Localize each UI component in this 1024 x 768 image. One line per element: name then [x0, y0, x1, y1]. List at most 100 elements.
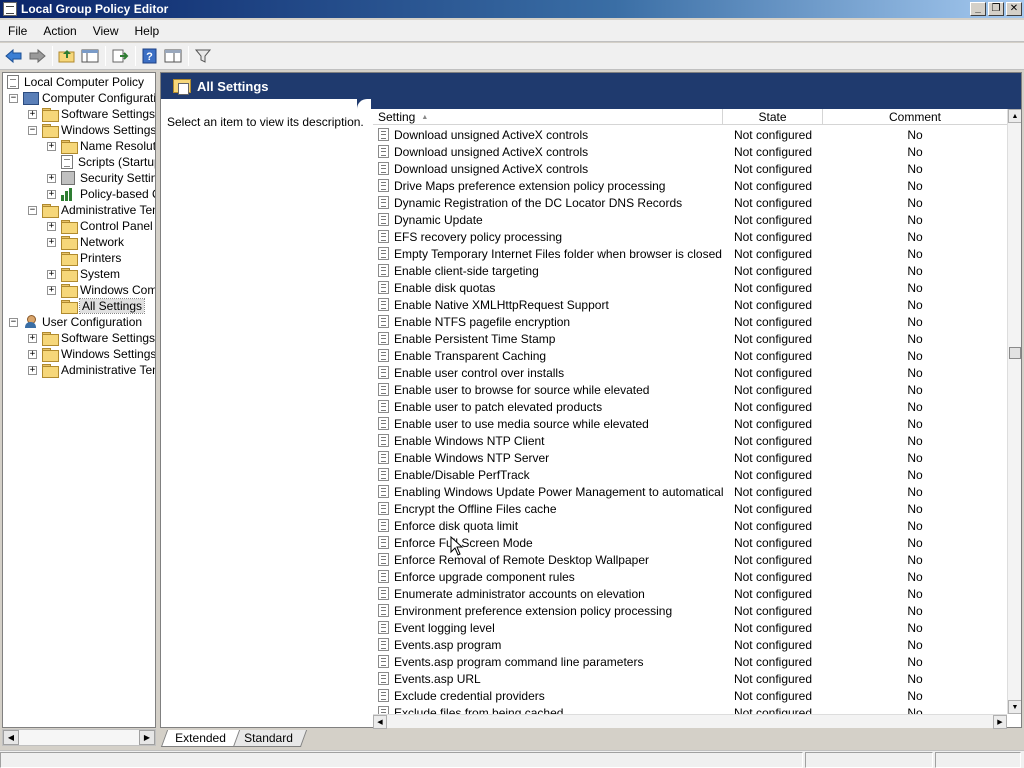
scroll-right-icon[interactable]: ▶ [139, 730, 155, 745]
tree-item-computer-configuration[interactable]: − Computer Configuration [9, 90, 155, 106]
tree-item-software-settings[interactable]: + Software Settings [28, 106, 155, 122]
table-row[interactable]: Events.asp program Not configured No [373, 636, 1007, 653]
expand-toggle[interactable]: + [47, 141, 56, 151]
table-row[interactable]: Drive Maps preference extension policy p… [373, 177, 1007, 194]
tree-item-name-resolution[interactable]: + Name Resolutio [47, 138, 155, 154]
tree-item-user-software-settings[interactable]: + Software Settings [28, 330, 155, 346]
tab-extended[interactable]: Extended [160, 730, 240, 747]
minimize-button[interactable]: _ [970, 2, 986, 16]
column-header-state[interactable]: State [723, 109, 823, 125]
expand-toggle[interactable]: + [28, 365, 37, 375]
menu-action[interactable]: Action [35, 24, 84, 38]
table-row[interactable]: Enable client-side targeting Not configur… [373, 262, 1007, 279]
menu-file[interactable]: File [0, 24, 35, 38]
expand-toggle[interactable]: + [47, 237, 56, 247]
close-button[interactable]: ✕ [1006, 2, 1022, 16]
scroll-up-icon[interactable]: ▲ [1008, 109, 1021, 123]
tree-item-control-panel[interactable]: + Control Panel [47, 218, 153, 234]
horizontal-scrollbar[interactable]: ◀ ▶ [373, 714, 1007, 729]
table-row[interactable]: Enforce upgrade component rules Not confi… [373, 568, 1007, 585]
expand-toggle[interactable]: + [47, 173, 56, 183]
table-row[interactable]: Enforce disk quota limit Not configured No [373, 517, 1007, 534]
table-row[interactable]: Enforce Removal of Remote Desktop Wallpa… [373, 551, 1007, 568]
table-row[interactable]: Download unsigned ActiveX controls Not co… [373, 143, 1007, 160]
table-row[interactable]: Enforce Full Screen Mode Not configured No [373, 534, 1007, 551]
properties-button[interactable] [162, 45, 184, 67]
tree-item-security-settings[interactable]: + Security Setting [47, 170, 155, 186]
tree-item-windows-settings[interactable]: − Windows Settings [28, 122, 155, 138]
export-list-button[interactable] [109, 45, 131, 67]
menu-help[interactable]: Help [127, 24, 168, 38]
expand-toggle[interactable]: + [47, 221, 56, 231]
table-row[interactable]: Events.asp program command line paramete… [373, 653, 1007, 670]
scroll-thumb[interactable] [1009, 347, 1021, 359]
tree-item-system[interactable]: + System [47, 266, 120, 282]
scroll-down-icon[interactable]: ▼ [1008, 700, 1021, 714]
table-row[interactable]: Enable Transparent Caching Not configured… [373, 347, 1007, 364]
column-header-setting[interactable]: Setting ▲ [373, 109, 723, 125]
up-one-level-button[interactable] [56, 45, 78, 67]
tree-horizontal-scrollbar[interactable]: ◀ ▶ [2, 729, 156, 746]
menu-view[interactable]: View [85, 24, 127, 38]
column-header-comment[interactable]: Comment [823, 109, 1007, 125]
table-row[interactable]: Dynamic Registration of the DC Locator D… [373, 194, 1007, 211]
table-row[interactable]: Event logging level Not configured No [373, 619, 1007, 636]
tree-item-printers[interactable]: Printers [47, 250, 121, 266]
table-row[interactable]: Enable user control over installs Not con… [373, 364, 1007, 381]
table-row[interactable]: Enable disk quotas Not configured No [373, 279, 1007, 296]
table-row[interactable]: EFS recovery policy processing Not config… [373, 228, 1007, 245]
table-row[interactable]: Encrypt the Offline Files cache Not confi… [373, 500, 1007, 517]
tree-item-windows-components[interactable]: + Windows Comp [47, 282, 155, 298]
table-row[interactable]: Events.asp URL Not configured No [373, 670, 1007, 687]
tree-item-policy-based-qos[interactable]: + Policy-based Q [47, 186, 155, 202]
table-row[interactable]: Enable Windows NTP Server Not configured N… [373, 449, 1007, 466]
table-row[interactable]: Empty Temporary Internet Files folder wh… [373, 245, 1007, 262]
tree-item-user-configuration[interactable]: − User Configuration [9, 314, 142, 330]
tab-standard[interactable]: Standard [229, 730, 307, 747]
vertical-scrollbar[interactable]: ▲ ▼ [1007, 109, 1021, 714]
table-row[interactable]: Enumerate administrator accounts on elev… [373, 585, 1007, 602]
table-row[interactable]: Exclude files from being cached Not confi… [373, 704, 1007, 714]
scroll-left-icon[interactable]: ◀ [3, 730, 19, 745]
forward-button[interactable] [26, 45, 48, 67]
table-row[interactable]: Enable NTFS pagefile encryption Not confi… [373, 313, 1007, 330]
table-row[interactable]: Enable user to use media source while el… [373, 415, 1007, 432]
tree-item-administrative-templates[interactable]: − Administrative Temp [28, 202, 155, 218]
expand-toggle[interactable]: + [47, 269, 56, 279]
scroll-right-icon[interactable]: ▶ [993, 715, 1007, 729]
table-row[interactable]: Download unsigned ActiveX controls Not co… [373, 160, 1007, 177]
tree-item-network[interactable]: + Network [47, 234, 124, 250]
expand-toggle[interactable]: + [28, 349, 37, 359]
table-row[interactable]: Environment preference extension policy … [373, 602, 1007, 619]
expand-toggle[interactable]: + [47, 189, 56, 199]
collapse-toggle[interactable]: − [9, 317, 18, 327]
tree-item-scripts[interactable]: Scripts (Startup [47, 154, 155, 170]
collapse-toggle[interactable]: − [28, 205, 37, 215]
scroll-left-icon[interactable]: ◀ [373, 715, 387, 729]
table-row[interactable]: Enable/Disable PerfTrack Not configured No [373, 466, 1007, 483]
tree-item-user-administrative-templates[interactable]: + Administrative Temp [28, 362, 155, 378]
show-hide-tree-button[interactable] [79, 45, 101, 67]
tree-item-all-settings[interactable]: All Settings [47, 298, 146, 314]
table-row[interactable]: Exclude credential providers Not configur… [373, 687, 1007, 704]
tree-item-user-windows-settings[interactable]: + Windows Settings [28, 346, 155, 362]
table-row[interactable]: Download unsigned ActiveX controls Not co… [373, 126, 1007, 143]
expand-toggle[interactable]: + [47, 285, 56, 295]
back-button[interactable] [3, 45, 25, 67]
collapse-toggle[interactable]: − [9, 93, 18, 103]
table-row[interactable]: Enable Windows NTP Client Not configured N… [373, 432, 1007, 449]
table-row[interactable]: Enable user to browse for source while e… [373, 381, 1007, 398]
help-button[interactable]: ? [139, 45, 161, 67]
expand-toggle[interactable]: + [28, 333, 37, 343]
table-row[interactable]: Enable Persistent Time Stamp Not configur… [373, 330, 1007, 347]
maximize-button[interactable]: ❐ [988, 2, 1004, 16]
collapse-toggle[interactable]: − [28, 125, 37, 135]
table-row[interactable]: Enabling Windows Update Power Management… [373, 483, 1007, 500]
table-row[interactable]: Enable Native XMLHttpRequest Support Not … [373, 296, 1007, 313]
table-row[interactable]: Dynamic Update Not configured No [373, 211, 1007, 228]
scroll-track[interactable] [19, 730, 139, 745]
expand-toggle[interactable]: + [28, 109, 37, 119]
tree-item-local-computer-policy[interactable]: Local Computer Policy [7, 74, 144, 90]
table-row[interactable]: Enable user to patch elevated products No… [373, 398, 1007, 415]
filter-button[interactable] [192, 45, 214, 67]
